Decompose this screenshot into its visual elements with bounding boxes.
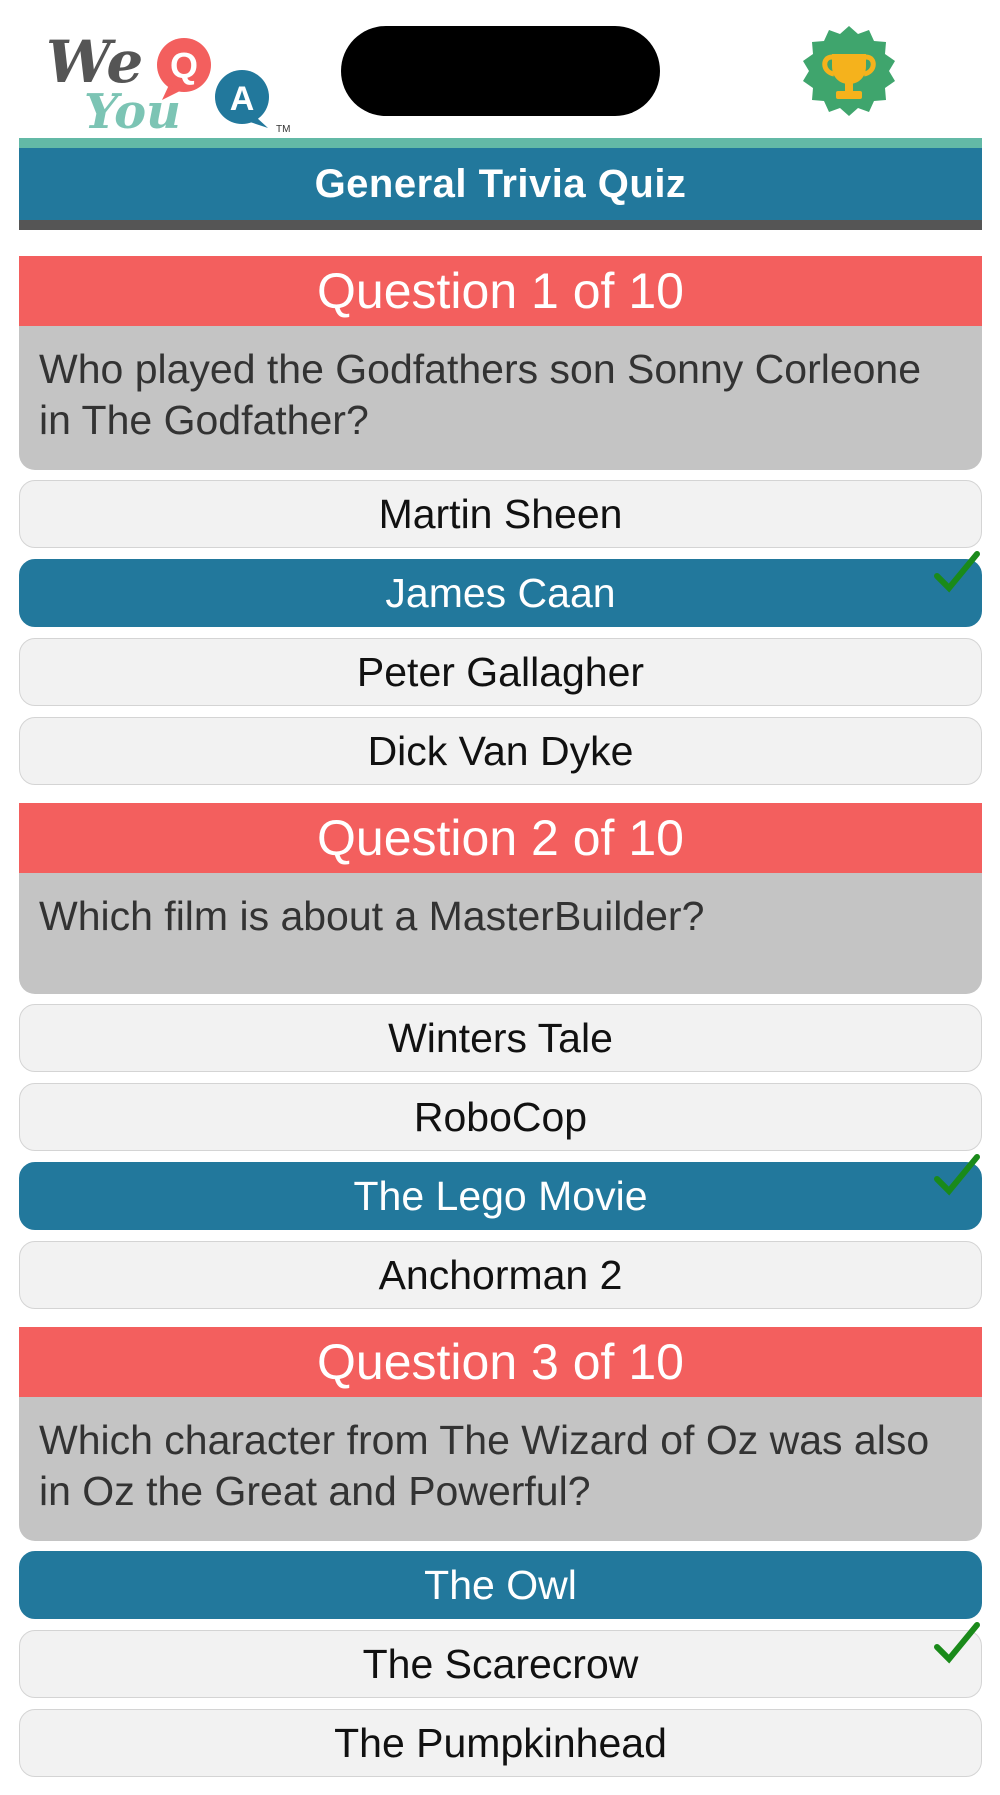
- question-text: Which film is about a MasterBuilder?: [19, 873, 982, 994]
- answer-list: Winters Tale RoboCop The Lego Movie Anch…: [19, 1004, 982, 1309]
- answer-option-selected[interactable]: James Caan: [19, 551, 982, 627]
- answer-option-selected[interactable]: The Lego Movie: [19, 1154, 982, 1230]
- camera-notch: [341, 26, 660, 116]
- answer-label: RoboCop: [413, 1093, 588, 1140]
- svg-text:A: A: [230, 80, 255, 118]
- answer-list: The Owl The Scarecrow The Pumpkinhead: [19, 1551, 982, 1777]
- answer-label: The Scarecrow: [362, 1640, 639, 1687]
- question-block-1: Question 1 of 10 Who played the Godfathe…: [19, 256, 982, 785]
- answer-list: Martin Sheen James Caan Peter Gallagher …: [19, 480, 982, 785]
- question-header: Question 1 of 10: [19, 256, 982, 326]
- weqayou-logo[interactable]: We You Q A TM: [44, 20, 294, 138]
- answer-label: The Pumpkinhead: [334, 1719, 667, 1766]
- answer-label: Anchorman 2: [378, 1251, 623, 1298]
- quiz-title: General Trivia Quiz: [314, 161, 687, 206]
- question-block-3: Question 3 of 10 Which character from Th…: [19, 1327, 982, 1777]
- answer-option[interactable]: Winters Tale: [19, 1004, 982, 1072]
- answer-option[interactable]: Peter Gallagher: [19, 638, 982, 706]
- svg-text:Q: Q: [170, 45, 198, 86]
- checkmark-icon: [934, 1154, 980, 1196]
- trophy-icon[interactable]: [796, 24, 902, 130]
- question-text: Who played the Godfathers son Sonny Corl…: [19, 326, 982, 470]
- answer-label: James Caan: [385, 569, 616, 616]
- svg-text:TM: TM: [276, 124, 290, 135]
- answer-label: The Lego Movie: [353, 1172, 648, 1219]
- answer-label: The Owl: [424, 1561, 577, 1608]
- question-header: Question 2 of 10: [19, 803, 982, 873]
- answer-option[interactable]: Martin Sheen: [19, 480, 982, 548]
- answer-label: Dick Van Dyke: [367, 727, 634, 774]
- checkmark-icon: [934, 1622, 980, 1664]
- answer-option-selected[interactable]: The Owl: [19, 1551, 982, 1619]
- question-header: Question 3 of 10: [19, 1327, 982, 1397]
- quiz-title-bar: General Trivia Quiz: [19, 138, 982, 230]
- quiz-content: Question 1 of 10 Who played the Godfathe…: [19, 256, 982, 1795]
- answer-option[interactable]: Anchorman 2: [19, 1241, 982, 1309]
- answer-option[interactable]: Dick Van Dyke: [19, 717, 982, 785]
- answer-label: Martin Sheen: [378, 490, 623, 537]
- answer-option[interactable]: The Pumpkinhead: [19, 1709, 982, 1777]
- question-block-2: Question 2 of 10 Which film is about a M…: [19, 803, 982, 1309]
- answer-label: Peter Gallagher: [356, 648, 645, 695]
- answer-option[interactable]: The Scarecrow: [19, 1622, 982, 1698]
- question-text: Which character from The Wizard of Oz wa…: [19, 1397, 982, 1541]
- answer-label: Winters Tale: [388, 1014, 613, 1061]
- app-header: We You Q A TM: [0, 0, 1000, 138]
- checkmark-icon: [934, 551, 980, 593]
- answer-option[interactable]: RoboCop: [19, 1083, 982, 1151]
